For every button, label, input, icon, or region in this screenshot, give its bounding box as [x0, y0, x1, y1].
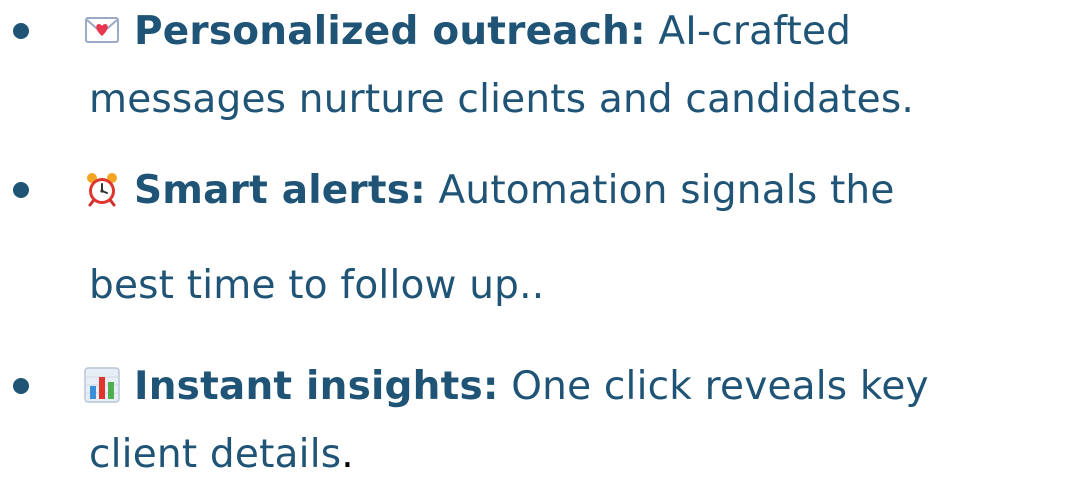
feature-description-continued: client details.	[0, 421, 1091, 489]
feature-title: Instant insights:	[134, 364, 499, 409]
final-period: .	[341, 432, 354, 477]
feature-description-text: client details	[89, 432, 342, 477]
list-item-line: Instant insights: One click reveals key	[0, 353, 1091, 421]
feature-list: Personalized outreach: AI-crafted messag…	[0, 0, 1091, 477]
feature-description-continued: best time to follow up..	[89, 263, 545, 308]
bullet-dot	[13, 23, 29, 39]
list-item-line: Personalized outreach: AI-crafted	[0, 0, 1091, 66]
feature-description: One click reveals key	[498, 364, 929, 409]
feature-description: Automation signals the	[425, 168, 895, 213]
list-item: Smart alerts: Automation signals the bes…	[0, 157, 1091, 320]
feature-title: Personalized outreach:	[134, 9, 646, 54]
bar-chart-icon	[84, 367, 120, 403]
love-letter-icon	[84, 12, 120, 48]
alarm-clock-icon	[84, 171, 120, 207]
feature-description: AI-crafted	[645, 9, 852, 54]
bullet-dot	[13, 378, 29, 394]
feature-description-continued: messages nurture clients and candidates.	[89, 77, 914, 122]
list-item: Instant insights: One click reveals key …	[0, 353, 1091, 489]
feature-title: Smart alerts:	[134, 168, 426, 213]
list-item-line: Smart alerts: Automation signals the	[0, 157, 1091, 225]
list-item: Personalized outreach: AI-crafted messag…	[0, 0, 1091, 134]
bullet-dot	[13, 182, 29, 198]
